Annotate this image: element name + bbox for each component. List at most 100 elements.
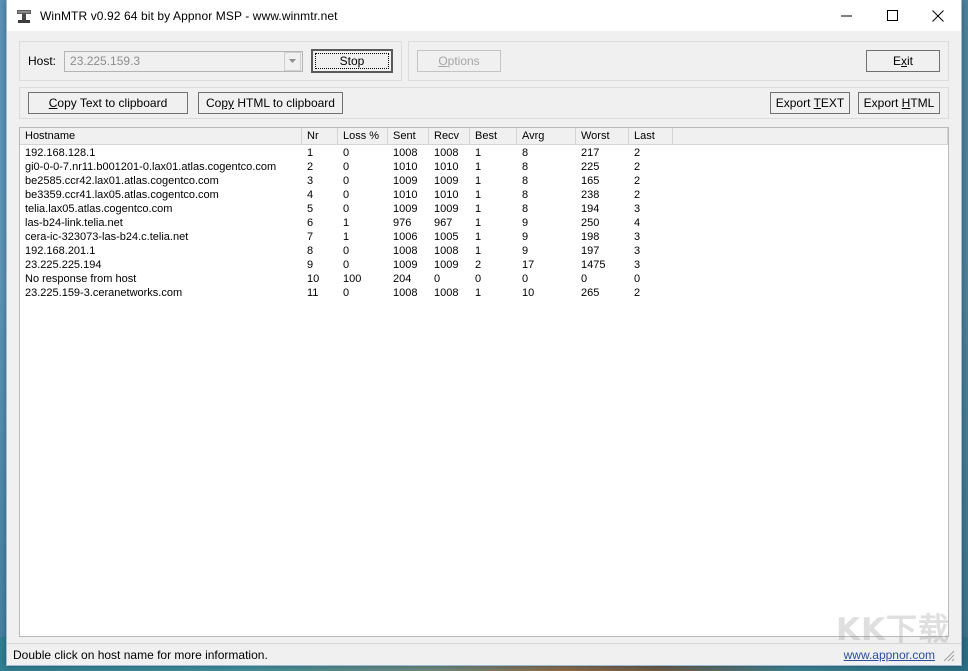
table-row[interactable]: cera-ic-323073-las-b24.c.telia.net 7 1 1006…: [20, 230, 948, 244]
table-row[interactable]: be3359.ccr41.lax05.atlas.cogentco.com 4 0 1…: [20, 188, 948, 202]
status-bar-right: www.appnor.com: [844, 648, 955, 662]
copy-text-button[interactable]: Copy Text to clipboard: [28, 92, 188, 114]
cell-blank: [673, 244, 948, 258]
table-row[interactable]: telia.lax05.atlas.cogentco.com 5 0 1009 1009…: [20, 202, 948, 216]
cell-last: 3: [634, 203, 641, 215]
column-header-blank[interactable]: [673, 128, 948, 144]
cell-hostname: 23.225.159-3.ceranetworks.com: [25, 287, 183, 299]
cell-recv: 967: [434, 217, 453, 229]
cell-nr: 3: [307, 175, 314, 187]
cell-loss: 0: [343, 175, 350, 187]
cell-worst: 217: [581, 147, 600, 159]
cell-loss: 100: [343, 273, 362, 285]
status-bar: Double click on host name for more infor…: [7, 643, 961, 665]
column-header-avrg[interactable]: Avrg: [517, 128, 576, 144]
appnor-link[interactable]: www.appnor.com: [844, 648, 935, 662]
export-text-button[interactable]: Export TEXT: [770, 92, 850, 114]
export-html-button[interactable]: Export HTML: [858, 92, 940, 114]
column-header-recv[interactable]: Recv: [429, 128, 470, 144]
cell-sent: 1010: [393, 161, 418, 173]
list-body: 192.168.128.1 1 0 1008 1008 1 8 217 2 gi0-0-0-7.n…: [20, 145, 948, 636]
maximize-icon[interactable]: [869, 0, 915, 31]
cell-avrg: 8: [522, 175, 529, 187]
cell-loss: 0: [343, 203, 350, 215]
cell-avrg: 8: [522, 189, 529, 201]
cell-avrg: 8: [522, 203, 529, 215]
cell-best: 1: [475, 147, 482, 159]
cell-best: 1: [475, 217, 482, 229]
exit-button-label: Exit: [892, 54, 913, 68]
minimize-icon[interactable]: [823, 0, 869, 31]
table-row[interactable]: las-b24-link.telia.net 6 1 976 967 1 9 250 4: [20, 216, 948, 230]
cell-last: 3: [634, 245, 641, 257]
cell-nr: 6: [307, 217, 314, 229]
cell-worst: 165: [581, 175, 600, 187]
resize-grip[interactable]: [941, 648, 955, 662]
cell-sent: 1008: [393, 287, 418, 299]
cell-best: 1: [475, 231, 482, 243]
cell-best: 1: [475, 175, 482, 187]
cell-worst: 225: [581, 161, 600, 173]
close-icon[interactable]: [915, 0, 961, 31]
cell-last: 2: [634, 175, 641, 187]
cell-sent: 1009: [393, 175, 418, 187]
column-header-sent[interactable]: Sent: [388, 128, 429, 144]
cell-loss: 0: [343, 287, 350, 299]
copy-html-button[interactable]: Copy HTML to clipboard: [198, 92, 343, 114]
table-row[interactable]: 192.168.128.1 1 0 1008 1008 1 8 217 2: [20, 146, 948, 160]
cell-loss: 0: [343, 189, 350, 201]
cell-last: 4: [634, 217, 641, 229]
column-header-nr[interactable]: Nr: [302, 128, 338, 144]
cell-worst: 1475: [581, 259, 606, 271]
table-row[interactable]: be2585.ccr42.lax01.atlas.cogentco.com 3 0 1…: [20, 174, 948, 188]
chevron-down-icon[interactable]: [284, 51, 301, 71]
options-button[interactable]: Options: [417, 50, 501, 72]
cell-recv: 1008: [434, 245, 459, 257]
cell-blank: [673, 230, 948, 244]
copy-text-button-label: Copy Text to clipboard: [48, 96, 168, 110]
cell-loss: 0: [343, 161, 350, 173]
cell-blank: [673, 286, 948, 300]
options-button-label: Options: [438, 54, 480, 68]
table-row[interactable]: 192.168.201.1 8 0 1008 1008 1 9 197 3: [20, 244, 948, 258]
host-input[interactable]: 23.225.159.3: [64, 50, 303, 72]
column-header-loss[interactable]: Loss %: [338, 128, 388, 144]
cell-worst: 250: [581, 217, 600, 229]
cell-worst: 194: [581, 203, 600, 215]
cell-recv: 0: [434, 273, 441, 285]
cell-last: 3: [634, 231, 641, 243]
cell-recv: 1010: [434, 161, 459, 173]
cell-sent: 1009: [393, 259, 418, 271]
cell-hostname: 192.168.128.1: [25, 147, 96, 159]
cell-avrg: 8: [522, 147, 529, 159]
cell-blank: [673, 174, 948, 188]
column-header-worst[interactable]: Worst: [576, 128, 629, 144]
cell-last: 0: [634, 273, 641, 285]
cell-worst: 238: [581, 189, 600, 201]
cell-sent: 976: [393, 217, 412, 229]
cell-sent: 1008: [393, 147, 418, 159]
table-row[interactable]: 23.225.225.194 9 0 1009 1009 2 17 1475 3: [20, 258, 948, 272]
host-input-value: 23.225.159.3: [70, 54, 141, 68]
column-header-last[interactable]: Last: [629, 128, 673, 144]
cell-nr: 4: [307, 189, 314, 201]
cell-loss: 1: [343, 231, 350, 243]
cell-avrg: 9: [522, 231, 529, 243]
toolbar-row-secondary: Copy Text to clipboard Copy HTML to clip…: [19, 87, 949, 119]
cell-blank: [673, 146, 948, 160]
column-header-hostname[interactable]: Hostname: [20, 128, 302, 144]
cell-hostname: cera-ic-323073-las-b24.c.telia.net: [25, 231, 189, 243]
copy-html-button-label: Copy HTML to clipboard: [206, 96, 335, 110]
export-buttons: Export TEXT Export HTML: [770, 92, 940, 114]
column-header-best[interactable]: Best: [470, 128, 517, 144]
cell-avrg: 9: [522, 245, 529, 257]
table-row[interactable]: No response from host 10 100 204 0 0 0 0 0: [20, 272, 948, 286]
cell-loss: 0: [343, 245, 350, 257]
table-row[interactable]: 23.225.159-3.ceranetworks.com 11 0 1008 1008…: [20, 286, 948, 300]
cell-loss: 0: [343, 259, 350, 271]
exit-button[interactable]: Exit: [866, 50, 940, 72]
stop-button[interactable]: Stop: [311, 49, 393, 73]
cell-avrg: 0: [522, 273, 529, 285]
table-row[interactable]: gi0-0-0-7.nr11.b001201-0.lax01.atlas.cog…: [20, 160, 948, 174]
traceroute-list[interactable]: Hostname Nr Loss % Sent Recv Best Avrg Worst Las…: [19, 127, 949, 637]
